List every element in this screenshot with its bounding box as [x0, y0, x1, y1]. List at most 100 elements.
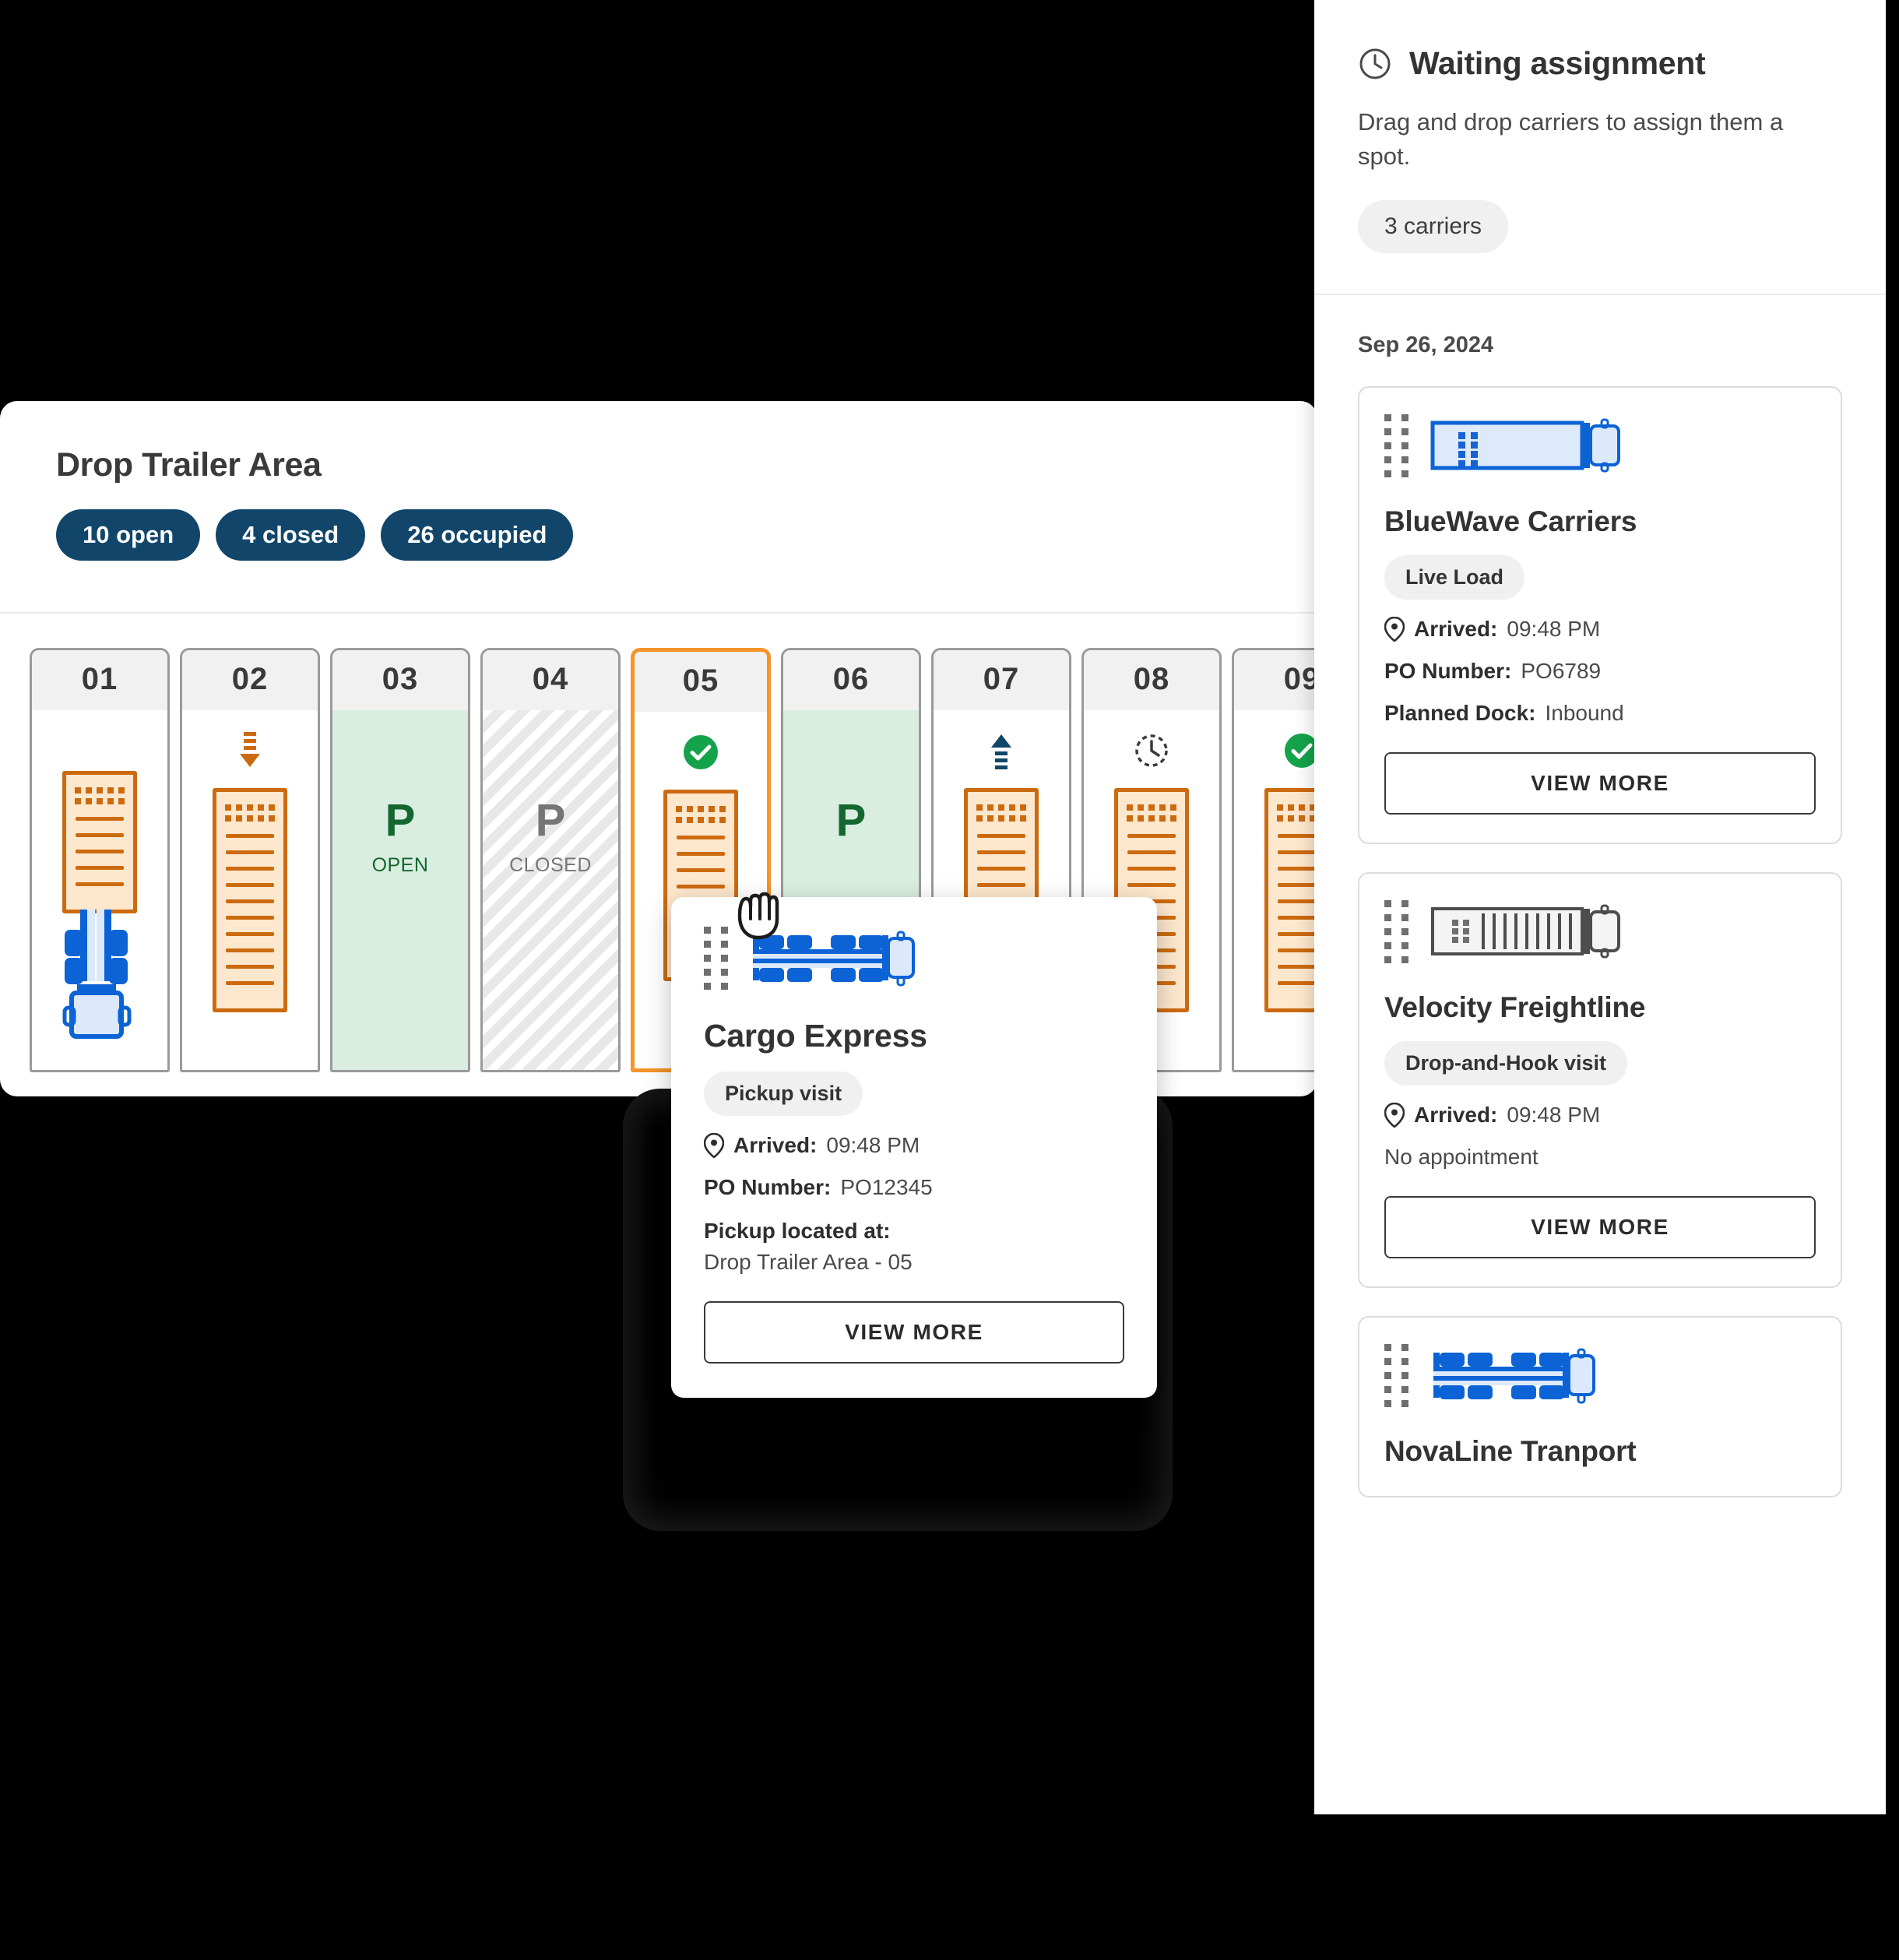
carrier-icon-row: [1384, 414, 1816, 478]
visit-type-chip: Live Load: [1384, 555, 1525, 600]
arrived-value: 09:48 PM: [1507, 617, 1601, 642]
spot-number: 08: [1084, 650, 1219, 710]
po-number-label: PO Number:: [1384, 659, 1512, 684]
carrier-name: BlueWave Carriers: [1384, 505, 1637, 538]
trailer-icon: [213, 788, 287, 1012]
clock-icon: [1359, 48, 1391, 79]
parking-spot-04[interactable]: 04 P CLOSED: [480, 648, 621, 1072]
carrier-count-chip: 3 carriers: [1358, 200, 1509, 254]
spot-number: 04: [483, 650, 618, 710]
pickup-location-value: Drop Trailer Area - 05: [704, 1250, 913, 1274]
po-number-value: PO12345: [840, 1175, 933, 1199]
carrier-card-bluewave[interactable]: BlueWave Carriers Live Load Arrived: 09:…: [1358, 386, 1842, 845]
waiting-list[interactable]: Sep 26, 2024 BlueWave Carriers Live Load…: [1314, 295, 1886, 1498]
spot-body-open: P OPEN: [332, 710, 468, 1070]
status-badge-closed[interactable]: 4 closed: [216, 509, 366, 561]
parking-spot-02[interactable]: 02: [180, 648, 320, 1072]
pin-icon: [704, 1133, 724, 1158]
trailer-vent-dots: [976, 804, 1026, 822]
arrow-up-icon: [988, 730, 1015, 771]
spot-body: [182, 710, 318, 1070]
po-number-label: PO Number:: [704, 1175, 832, 1199]
spot-body-closed: P CLOSED: [483, 710, 618, 1070]
visit-type-chip: Drop-and-Hook visit: [1384, 1041, 1628, 1086]
trailer-box-blue-icon: [1430, 418, 1620, 473]
arrived-label: Arrived:: [1414, 1103, 1498, 1128]
pickup-location-label: Pickup located at:: [704, 1219, 891, 1243]
planned-dock-row: Planned Dock: Inbound: [1384, 701, 1816, 726]
planned-dock-label: Planned Dock:: [1384, 701, 1536, 726]
spot-number: 09: [1234, 650, 1317, 710]
carrier-icon-row: [1384, 900, 1816, 964]
screen-root: Drop Trailer Area 10 open 4 closed 26 oc…: [0, 0, 1899, 1960]
carrier-card-novaline[interactable]: NovaLine Tranport: [1358, 1316, 1842, 1498]
page-title: Drop Trailer Area: [56, 446, 322, 484]
spot-body: [32, 710, 167, 1070]
spot-p-mark: P: [535, 795, 566, 846]
arrived-label: Arrived:: [1414, 617, 1498, 642]
status-badge-open[interactable]: 10 open: [56, 509, 201, 561]
appointment-row: No appointment: [1384, 1145, 1816, 1170]
trailer-vent-dots: [1277, 804, 1317, 822]
dragging-carrier-card[interactable]: Cargo Express Pickup visit Arrived: 09:4…: [671, 897, 1157, 1398]
carrier-name: Velocity Freightline: [1384, 991, 1646, 1024]
check-circle-icon: [1283, 730, 1317, 771]
yard-stat-badges: 10 open 4 closed 26 occupied: [56, 509, 1317, 561]
spot-body: [1234, 710, 1317, 1070]
po-number-row: PO Number: PO6789: [1384, 659, 1816, 684]
list-date-label: Sep 26, 2024: [1358, 333, 1494, 358]
trailer-slats: [1268, 834, 1317, 1008]
view-more-button[interactable]: VIEW MORE: [1384, 752, 1816, 815]
po-number-row: PO Number: PO12345: [704, 1175, 1124, 1200]
spot-number: 07: [934, 650, 1069, 710]
trailer-icon: [964, 788, 1039, 914]
waiting-header: Waiting assignment Drag and drop carrier…: [1314, 0, 1886, 296]
planned-dock-value: Inbound: [1545, 701, 1624, 726]
panel-title: Waiting assignment: [1409, 45, 1706, 81]
parking-spot-01[interactable]: 01: [30, 648, 170, 1072]
arrived-value: 09:48 PM: [826, 1133, 920, 1157]
arrow-down-icon: [237, 730, 263, 771]
spot-number: 01: [32, 650, 167, 710]
arrived-value: 09:48 PM: [1507, 1103, 1601, 1128]
waiting-title-row: Waiting assignment: [1358, 45, 1842, 82]
trailer-vent-dots: [75, 787, 125, 804]
chassis-blue-icon: [1433, 1348, 1595, 1404]
trailer-slats: [216, 834, 283, 1008]
arrived-row: Arrived: 09:48 PM: [1384, 1103, 1816, 1128]
trailer-striped-gray-icon: [1431, 904, 1620, 959]
view-more-button[interactable]: VIEW MORE: [704, 1301, 1124, 1364]
carrier-icon-row: [1384, 1344, 1816, 1408]
drag-handle-icon[interactable]: [1384, 1344, 1408, 1408]
spot-number: 03: [332, 650, 468, 710]
clock-dashed-icon: [1133, 730, 1170, 771]
view-more-button[interactable]: VIEW MORE: [1384, 1196, 1816, 1259]
parking-spot-03[interactable]: 03 P OPEN: [330, 648, 470, 1072]
grabbing-hand-icon: [737, 892, 779, 940]
carrier-card-velocity[interactable]: Velocity Freightline Drop-and-Hook visit…: [1358, 872, 1842, 1289]
trailer-slats: [66, 817, 133, 910]
drag-handle-icon[interactable]: [704, 927, 728, 990]
spot-state-label: OPEN: [371, 854, 429, 876]
trailer-vent-dots: [676, 806, 726, 823]
drag-handle-icon[interactable]: [1384, 414, 1408, 478]
carrier-name: NovaLine Tranport: [1384, 1435, 1637, 1468]
panel-subtitle: Drag and drop carriers to assign them a …: [1358, 108, 1784, 171]
drag-handle-icon[interactable]: [1384, 900, 1408, 964]
appointment-value: No appointment: [1384, 1145, 1539, 1170]
spot-number: 05: [635, 652, 767, 712]
trailer-icon: [1264, 788, 1317, 1012]
spot-state-label: CLOSED: [509, 854, 592, 876]
pickup-location-block: Pickup located at: Drop Trailer Area - 0…: [704, 1219, 1124, 1275]
carrier-name: Cargo Express: [704, 1018, 927, 1054]
pin-icon: [1384, 617, 1405, 642]
arrived-label: Arrived:: [733, 1133, 818, 1157]
arrived-row: Arrived: 09:48 PM: [704, 1133, 1124, 1158]
status-badge-occupied[interactable]: 26 occupied: [381, 509, 574, 561]
trailer-vent-dots: [1127, 804, 1176, 822]
yard-header: Drop Trailer Area 10 open 4 closed 26 oc…: [0, 401, 1317, 614]
spot-p-mark: P: [385, 795, 416, 846]
tractor-icon: [62, 910, 132, 1039]
check-circle-icon: [682, 732, 719, 772]
parking-spot-09[interactable]: 09: [1232, 648, 1317, 1072]
